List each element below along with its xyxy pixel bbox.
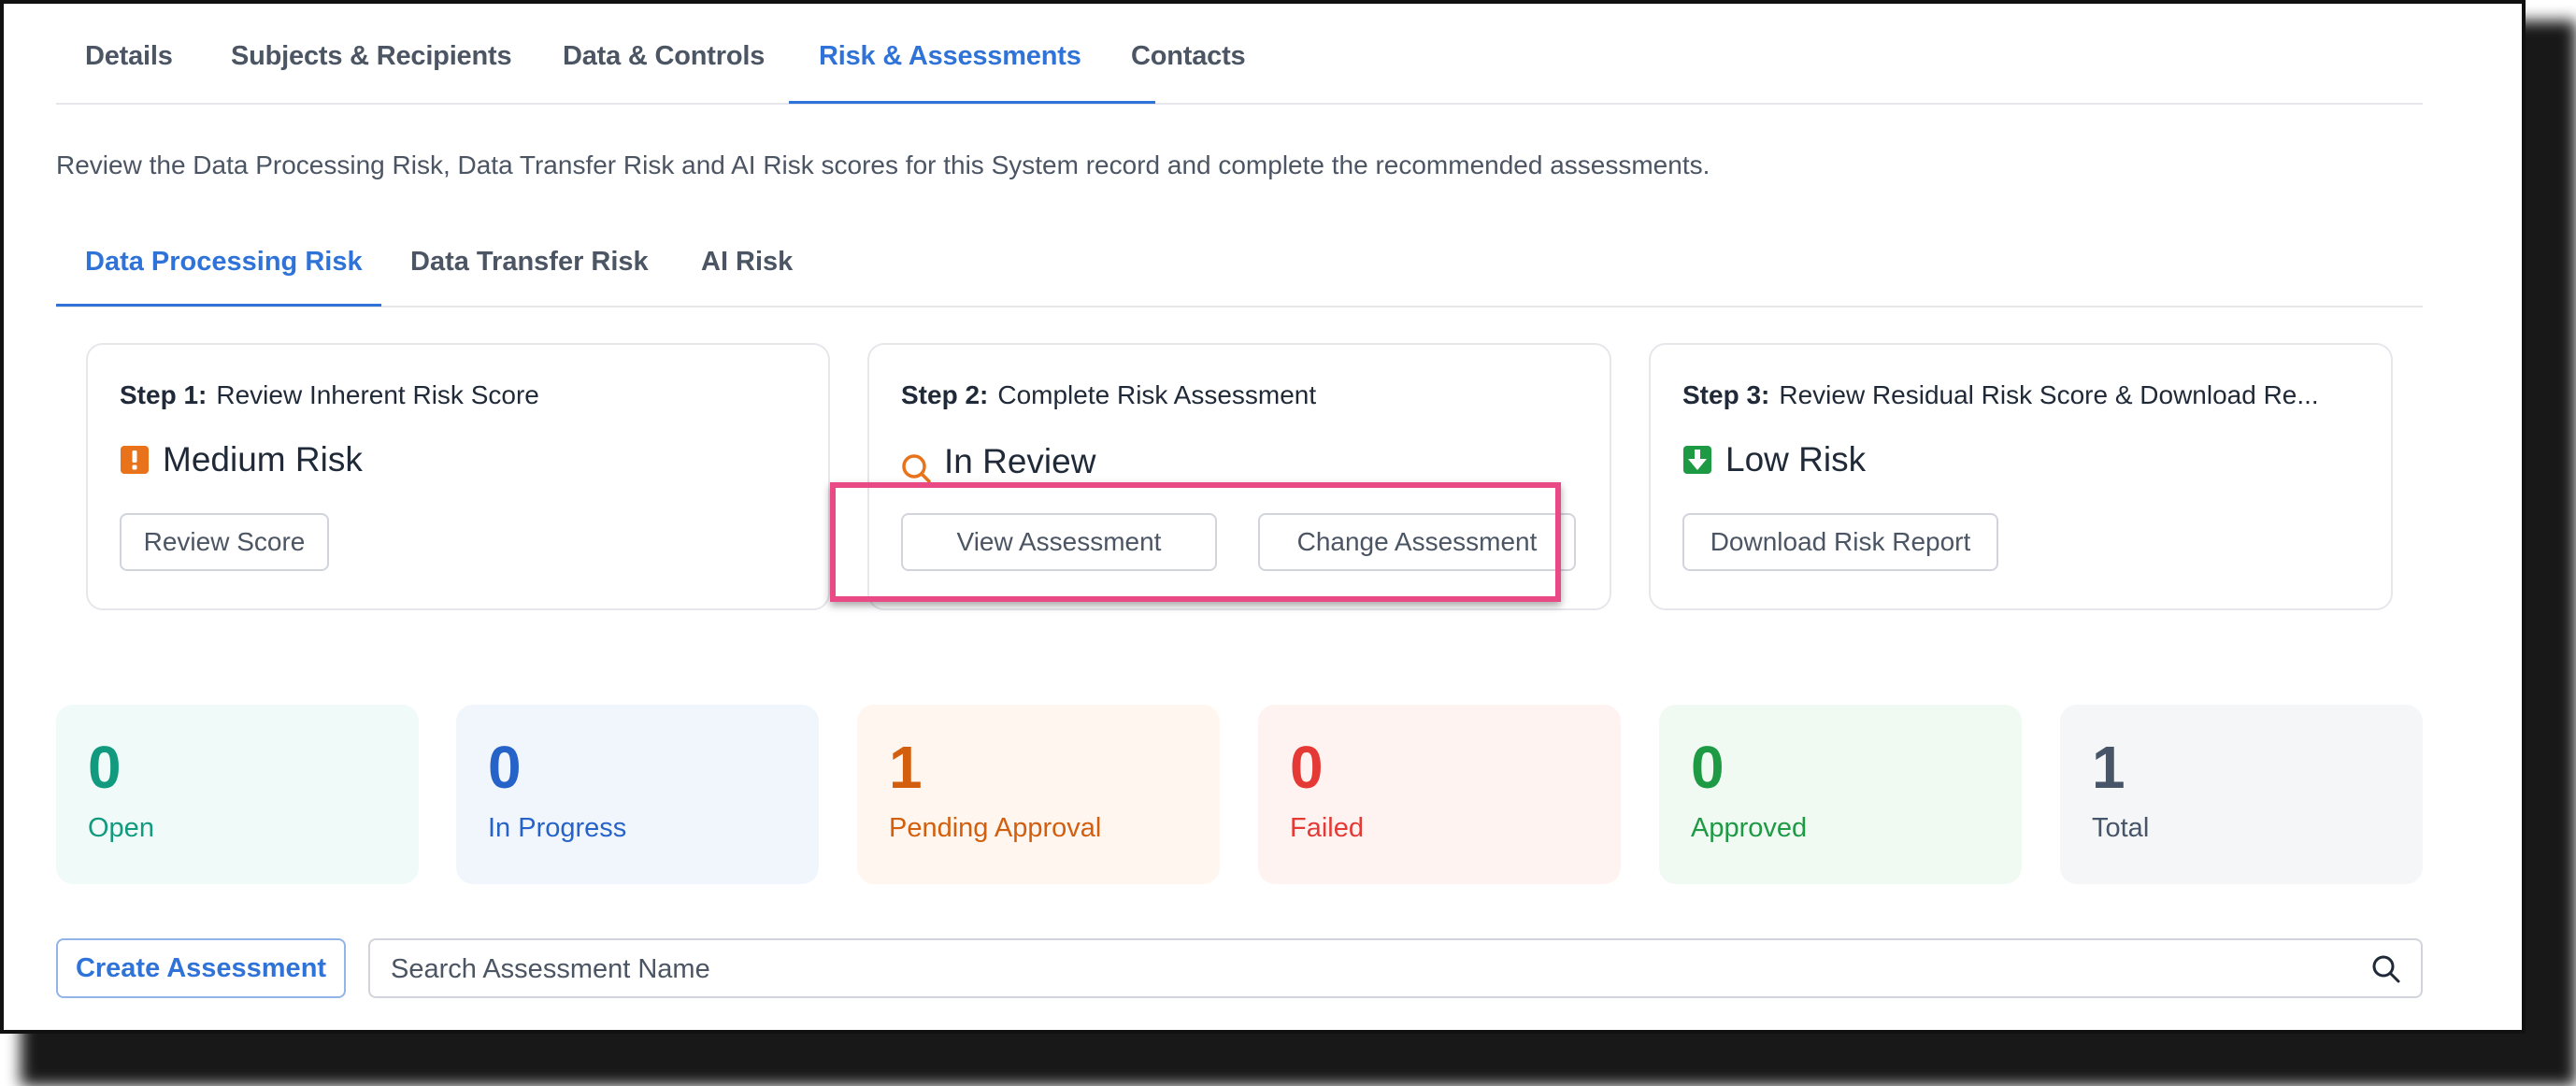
magnifier-icon [902, 454, 931, 483]
stat-failed[interactable]: 0 Failed [1258, 705, 1621, 884]
assessment-status: In Review [944, 442, 1096, 480]
step-title: Complete Risk Assessment [997, 380, 1317, 409]
stat-value: 1 [2092, 734, 2125, 801]
step-title: Review Inherent Risk Score [216, 380, 539, 409]
tab-subjects-recipients[interactable]: Subjects & Recipients [231, 41, 512, 72]
tab-data-processing-risk[interactable]: Data Processing Risk [85, 247, 363, 278]
tab-contacts[interactable]: Contacts [1131, 41, 1246, 72]
risk-type-tab-bar: Data Processing Risk Data Transfer Risk … [56, 200, 2423, 307]
stat-approved[interactable]: 0 Approved [1659, 705, 2022, 884]
stat-label: Approved [1691, 813, 1808, 843]
create-assessment-button[interactable]: Create Assessment [56, 938, 346, 998]
search-icon[interactable] [2370, 953, 2402, 985]
stat-label: In Progress [488, 813, 627, 843]
tab-details[interactable]: Details [85, 41, 173, 72]
tab-data-controls[interactable]: Data & Controls [563, 41, 765, 72]
stat-value: 1 [889, 734, 923, 801]
window: Details Subjects & Recipients Data & Con… [0, 0, 2526, 1034]
stat-in-progress[interactable]: 0 In Progress [456, 705, 819, 884]
tab-data-transfer-risk[interactable]: Data Transfer Risk [410, 247, 649, 278]
stat-value: 0 [88, 734, 122, 801]
step-1-card: Step 1: Review Inherent Risk Score Medium… [86, 343, 830, 610]
top-tab-bar: Details Subjects & Recipients Data & Con… [56, 4, 2423, 105]
highlight-box [830, 482, 1561, 602]
risk-status: Medium Risk [163, 440, 363, 479]
active-tab-indicator [789, 101, 1155, 104]
tab-ai-risk[interactable]: AI Risk [701, 247, 793, 278]
stat-label: Pending Approval [889, 813, 1102, 843]
stat-value: 0 [1691, 734, 1724, 801]
stat-total[interactable]: 1 Total [2060, 705, 2423, 884]
stat-value: 0 [1290, 734, 1324, 801]
search-input[interactable] [389, 950, 2355, 989]
step-label: Step 2: [901, 380, 989, 409]
stat-value: 0 [488, 734, 522, 801]
stat-label: Failed [1290, 813, 1364, 843]
exclamation-square-icon [121, 446, 149, 474]
stat-label: Total [2092, 813, 2150, 843]
step-title: Review Residual Risk Score & Download Re… [1779, 380, 2319, 409]
tab-risk-assessments[interactable]: Risk & Assessments [819, 41, 1081, 72]
active-subtab-indicator [56, 304, 381, 307]
residual-risk-status: Low Risk [1725, 440, 1867, 479]
step-label: Step 1: [120, 380, 208, 409]
stat-pending-approval[interactable]: 1 Pending Approval [857, 705, 1220, 884]
search-box [368, 938, 2423, 998]
step-3-card: Step 3: Review Residual Risk Score & Down… [1649, 343, 2393, 610]
intro-text: Review the Data Processing Risk, Data Tr… [56, 150, 1710, 179]
arrow-down-square-icon [1683, 446, 1711, 474]
stat-open[interactable]: 0 Open [56, 705, 419, 884]
review-score-button[interactable]: Review Score [120, 513, 329, 571]
stat-label: Open [88, 813, 154, 843]
step-label: Step 3: [1682, 380, 1770, 409]
download-risk-report-button[interactable]: Download Risk Report [1682, 513, 1998, 571]
